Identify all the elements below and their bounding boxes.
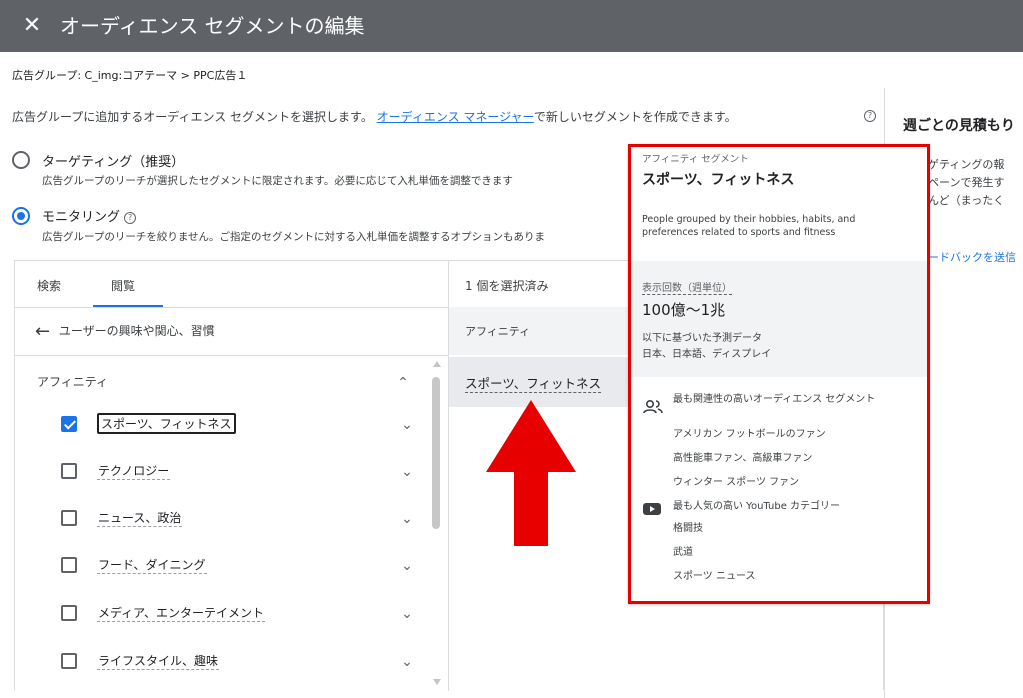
breadcrumb: 広告グループ: C_img:コアテーマ > PPC広告１ <box>12 69 248 82</box>
description: 広告グループに追加するオーディエンス セグメントを選択します。 オーディエンス … <box>12 108 876 125</box>
segment-details-tooltip: アフィニティ セグメント スポーツ、フィットネス People grouped … <box>628 144 930 604</box>
youtube-item: スポーツ ニュース <box>673 571 756 582</box>
audience-section-title: 最も関連性の高いオーディエンス セグメント <box>673 394 876 405</box>
forecast-locale: 日本、日本語、ディスプレイ <box>642 349 772 360</box>
youtube-item: 格闘技 <box>673 523 703 534</box>
side-text: んど（まったく <box>928 194 1005 207</box>
tab-search[interactable]: 検索 <box>37 277 61 294</box>
back-button[interactable]: ← ユーザーの興味や関心、習慣 <box>35 321 215 342</box>
impressions-label: 表示回数（週単位） <box>642 279 732 295</box>
item-label: テクノロジー <box>97 464 171 480</box>
back-label: ユーザーの興味や関心、習慣 <box>58 324 215 338</box>
scroll-up-icon[interactable] <box>433 361 441 367</box>
side-text: ペーンで発生す <box>928 176 1005 189</box>
checkbox[interactable] <box>61 463 77 479</box>
scrollbar[interactable] <box>431 361 441 689</box>
targeting-radio[interactable] <box>12 151 30 169</box>
close-icon[interactable]: ✕ <box>16 10 48 42</box>
audience-item: ウィンター スポーツ ファン <box>673 477 800 488</box>
youtube-section-title: 最も人気の高い YouTube カテゴリー <box>673 501 841 512</box>
people-icon <box>643 399 663 414</box>
tab-browse[interactable]: 閲覧 <box>111 277 135 294</box>
monitoring-help-icon[interactable]: ? <box>124 212 137 224</box>
list-item[interactable]: メディア、エンターテイメント ⌄ <box>61 602 421 626</box>
list-item[interactable]: フード、ダイニング ⌄ <box>61 554 421 578</box>
checkbox[interactable] <box>61 557 77 573</box>
list-item[interactable]: ニュース、政治 ⌄ <box>61 507 421 531</box>
checkbox[interactable] <box>61 605 77 621</box>
divider <box>15 355 448 356</box>
description-text: 広告グループに追加するオーディエンス セグメントを選択します。 <box>12 110 373 124</box>
chevron-down-icon[interactable]: ⌄ <box>399 558 415 574</box>
list-item[interactable]: スポーツ、フィットネス ⌄ <box>61 413 421 437</box>
feedback-link[interactable]: ードバックを送信 <box>928 249 1016 265</box>
list-item[interactable]: テクノロジー ⌄ <box>61 460 421 484</box>
impressions-value: 100億〜1兆 <box>642 301 726 319</box>
dialog-header: ✕ オーディエンス セグメントの編集 <box>0 0 1023 52</box>
selected-category-label: アフィニティ <box>465 325 531 338</box>
impressions-stats: 表示回数（週単位） 100億〜1兆 以下に基づいた予測データ 日本、日本語、ディ… <box>631 261 927 377</box>
audience-item: 高性能車ファン、高級車ファン <box>673 453 813 464</box>
selected-count: 1 個を選択済み <box>465 279 549 293</box>
divider <box>15 307 448 308</box>
item-label: スポーツ、フィットネス <box>97 413 236 434</box>
scrollbar-thumb[interactable] <box>432 377 440 529</box>
browse-column: 検索 閲覧 ← ユーザーの興味や関心、習慣 アフィニティ ⌃ スポーツ、フィット… <box>15 261 449 691</box>
description-text-2: で新しいセグメントを作成できます。 <box>533 110 737 124</box>
chevron-down-icon[interactable]: ⌄ <box>399 511 415 527</box>
audience-manager-link[interactable]: オーディエンス マネージャー <box>377 110 534 124</box>
chevron-down-icon[interactable]: ⌄ <box>399 417 415 433</box>
segment-description: People grouped by their hobbies, habits,… <box>642 214 856 238</box>
item-label: フード、ダイニング <box>97 558 207 574</box>
help-icon[interactable]: ? <box>864 110 876 122</box>
selected-item-label: スポーツ、フィットネス <box>465 373 602 393</box>
checkbox[interactable] <box>61 510 77 526</box>
dialog-title: オーディエンス セグメントの編集 <box>60 14 365 38</box>
monitoring-radio[interactable] <box>12 207 30 225</box>
segment-type: アフィニティ セグメント <box>642 154 749 165</box>
annotation-arrow-icon <box>486 400 576 546</box>
item-label: ライフスタイル、趣味 <box>97 654 220 670</box>
category-title: アフィニティ <box>37 375 109 389</box>
segment-name: スポーツ、フィットネス <box>642 172 795 188</box>
chevron-up-icon[interactable]: ⌃ <box>395 375 411 391</box>
checkbox[interactable] <box>61 416 77 432</box>
side-text: ゲティングの報 <box>928 158 1005 171</box>
item-label: ニュース、政治 <box>97 511 183 527</box>
arrow-left-icon: ← <box>35 321 51 342</box>
chevron-down-icon[interactable]: ⌄ <box>399 464 415 480</box>
item-label: メディア、エンターテイメント <box>97 606 265 622</box>
youtube-item: 武道 <box>673 547 693 558</box>
audience-item: アメリカン フットボールのファン <box>673 429 826 440</box>
monitoring-desc: 広告グループのリーチを絞りません。ご指定のセグメントに対する入札単価を調整するオ… <box>42 231 546 243</box>
scroll-down-icon[interactable] <box>433 679 441 685</box>
list-item[interactable]: ライフスタイル、趣味 ⌄ <box>61 650 421 674</box>
side-panel-title: 週ごとの見積もり <box>903 118 1015 134</box>
forecast-note: 以下に基づいた予測データ <box>642 333 762 344</box>
monitoring-label: モニタリング ? <box>42 206 137 225</box>
targeting-label: ターゲティング（推奨） <box>42 155 185 170</box>
youtube-icon <box>643 503 661 515</box>
targeting-desc: 広告グループのリーチが選択したセグメントに限定されます。必要に応じて入札単価を調… <box>42 175 513 187</box>
chevron-down-icon[interactable]: ⌄ <box>399 654 415 670</box>
chevron-down-icon[interactable]: ⌄ <box>399 606 415 622</box>
checkbox[interactable] <box>61 653 77 669</box>
